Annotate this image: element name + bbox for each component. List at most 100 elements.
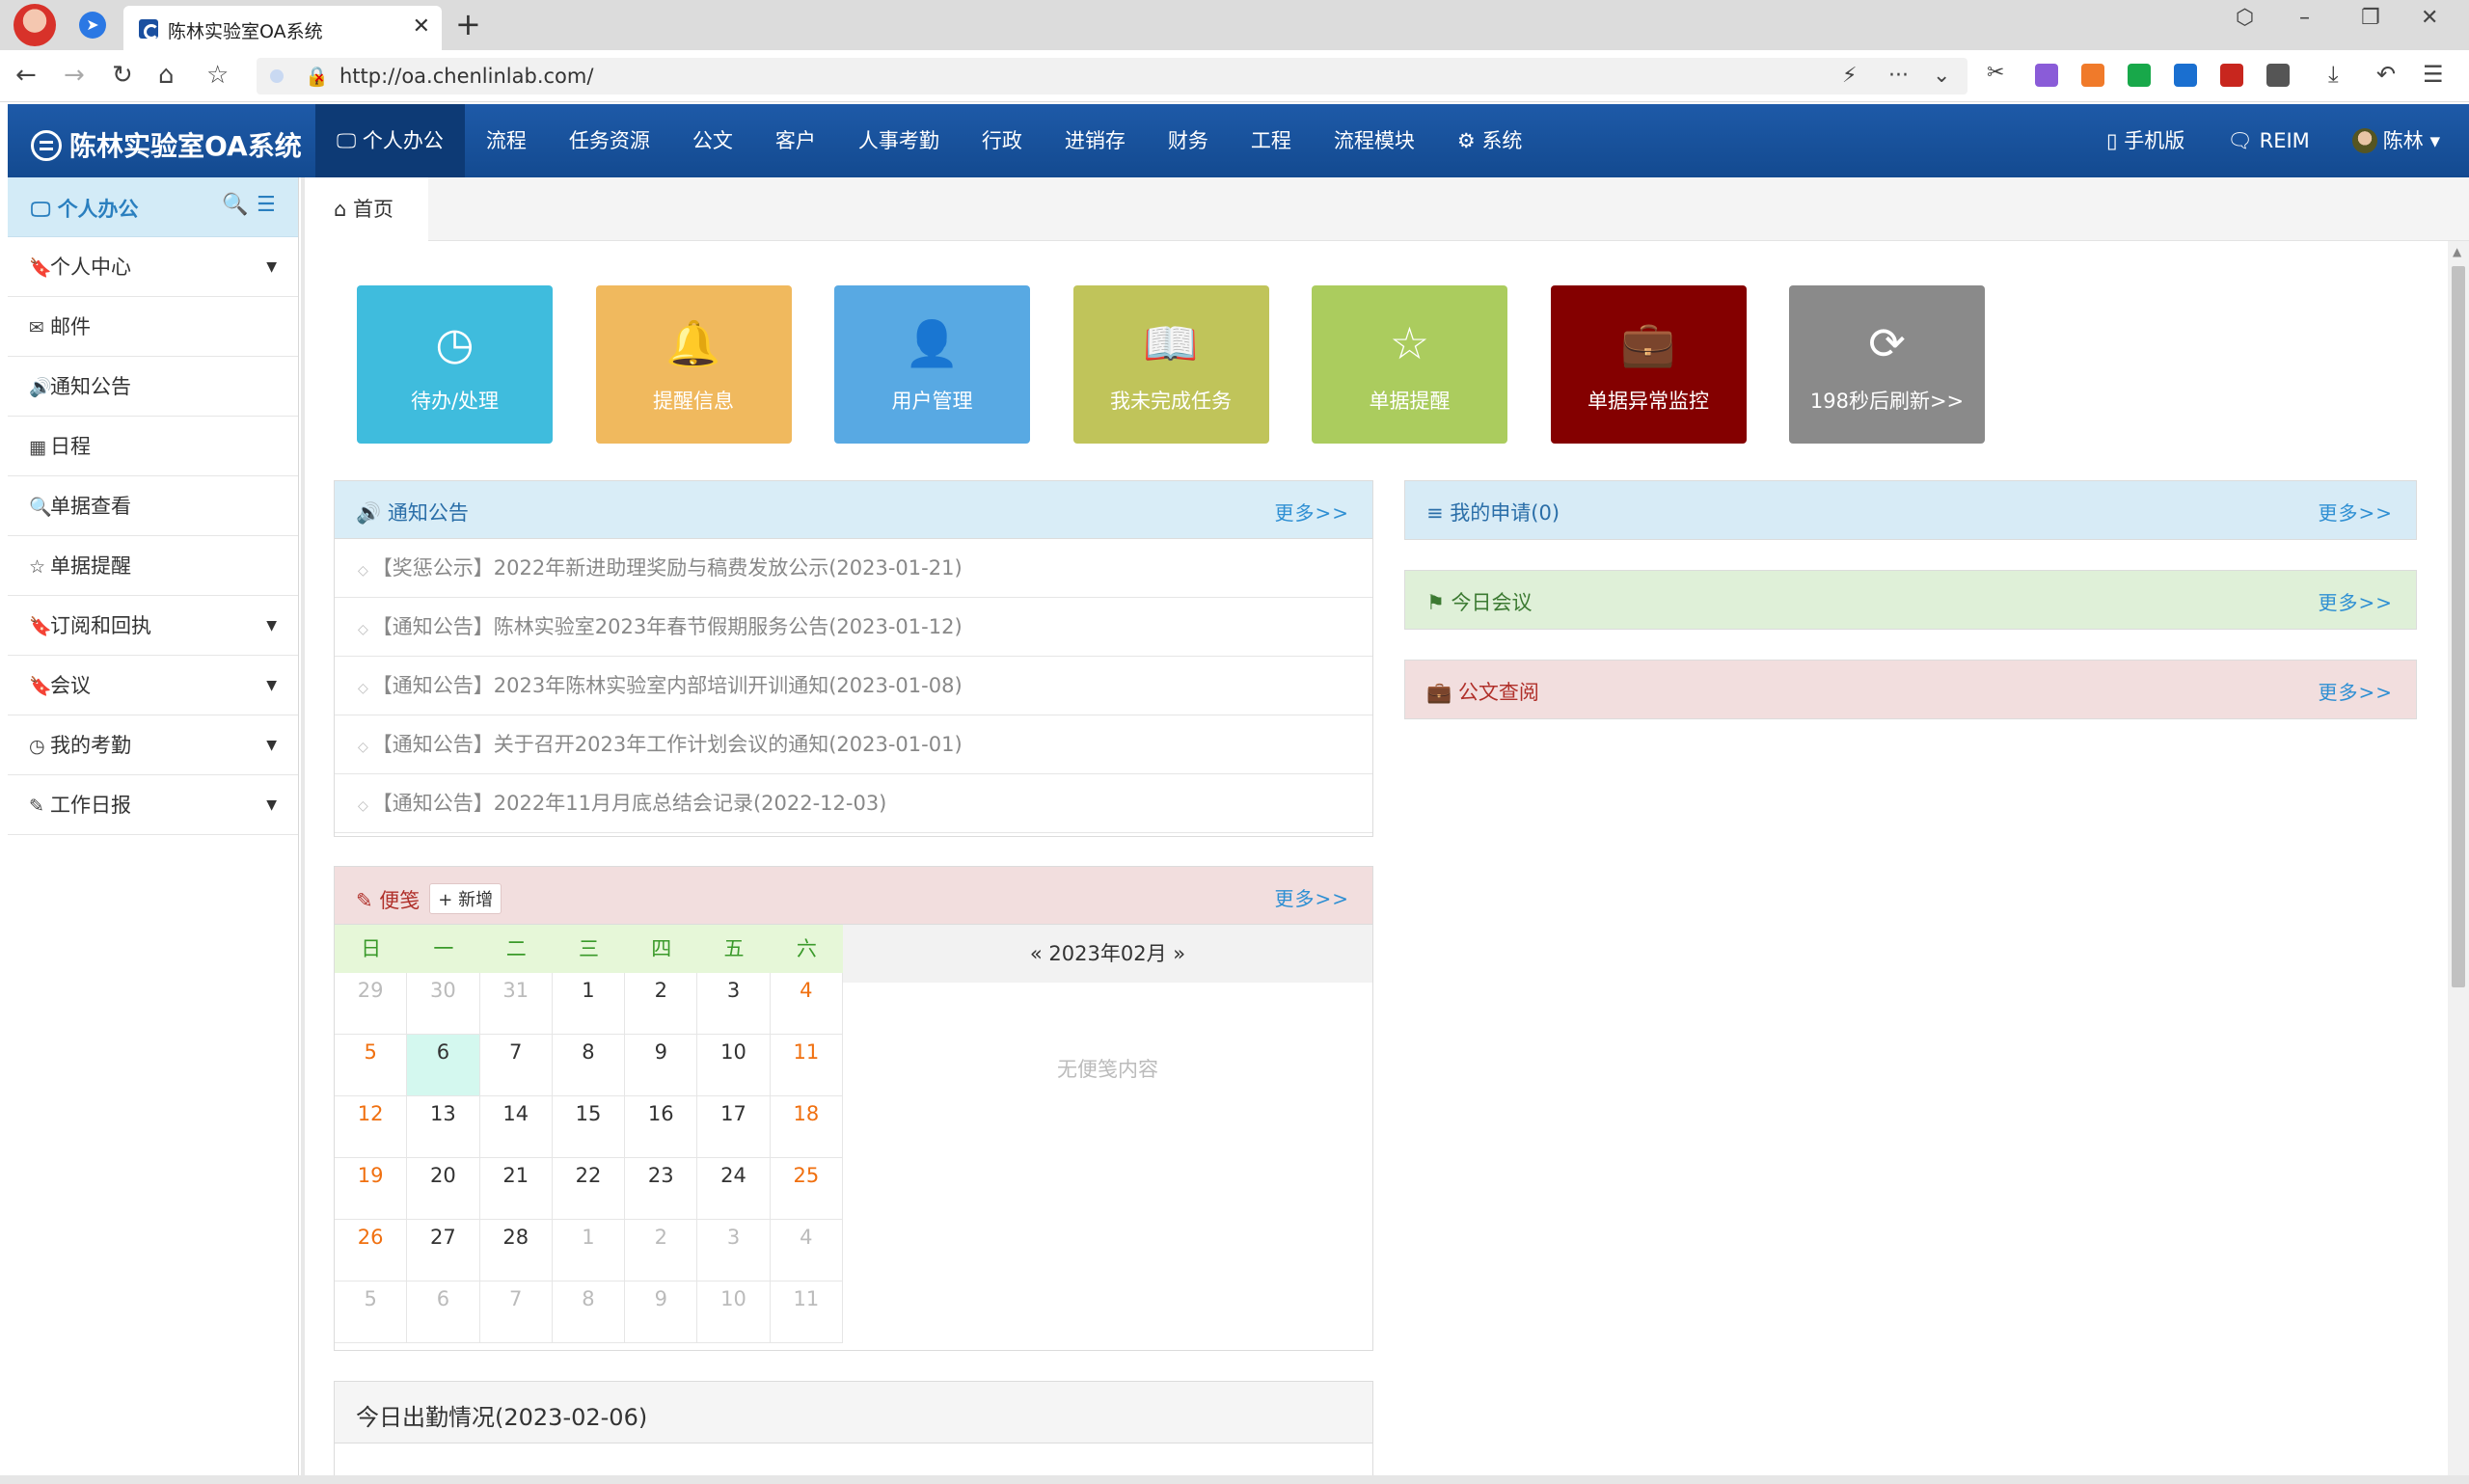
calendar-day[interactable]: 23 <box>625 1158 698 1220</box>
back-icon[interactable]: ← <box>15 61 37 90</box>
shirt-icon[interactable]: ⬡ <box>2236 6 2254 30</box>
calendar-day[interactable]: 25 <box>770 1158 843 1220</box>
quick-tile[interactable]: ⟳ 198秒后刷新>> <box>1789 285 1985 444</box>
tab-home[interactable]: ⌂ 首页 <box>305 177 428 241</box>
home-icon[interactable]: ⌂ <box>158 61 175 90</box>
calendar-day[interactable]: 1 <box>552 1220 626 1282</box>
sidebar-item[interactable]: 🔍单据查看 <box>8 476 298 536</box>
calendar-day[interactable]: 10 <box>697 1282 771 1343</box>
calendar-day[interactable]: 18 <box>770 1096 843 1158</box>
calendar-day[interactable]: 5 <box>335 1035 408 1096</box>
calendar-day[interactable]: 5 <box>335 1282 408 1343</box>
calendar-day[interactable]: 11 <box>770 1035 843 1096</box>
calendar-day[interactable]: 13 <box>407 1096 480 1158</box>
forward-icon[interactable]: → <box>64 61 85 90</box>
scroll-up-icon[interactable]: ▲ <box>2453 245 2461 258</box>
calendar-day[interactable]: 11 <box>770 1282 843 1343</box>
calendar-day[interactable]: 4 <box>770 1220 843 1282</box>
chevron-down-icon[interactable]: ⌄ <box>1933 64 1950 88</box>
calendar-day[interactable]: 17 <box>697 1096 771 1158</box>
sidebar-item[interactable]: 🔊通知公告 <box>8 357 298 417</box>
user-menu[interactable]: 陈林 ▾ <box>2331 104 2461 177</box>
calendar-day[interactable]: 8 <box>552 1035 626 1096</box>
notice-item[interactable]: ◇ 【通知公告】陈林实验室2023年春节假期服务公告(2023-01-12) <box>335 598 1372 657</box>
quick-tile[interactable]: ◷ 待办/处理 <box>357 285 553 444</box>
calendar-day[interactable]: 1 <box>552 973 626 1035</box>
site-info-icon[interactable] <box>270 69 284 83</box>
calendar-day[interactable]: 3 <box>697 1220 771 1282</box>
quick-tile[interactable]: 💼 单据异常监控 <box>1550 285 1747 444</box>
game-icon[interactable] <box>2081 64 2104 87</box>
notice-item[interactable]: ◇ 【通知公告】2022年11月月底总结会记录(2022-12-03) <box>335 774 1372 833</box>
calendar-day[interactable]: 31 <box>479 973 553 1035</box>
brand[interactable]: 陈林实验室OA系统 <box>31 125 302 164</box>
favorites-star-icon[interactable]: ☆ <box>206 61 229 90</box>
quick-tile[interactable]: 🔔 提醒信息 <box>595 285 792 444</box>
nav-item[interactable]: ⚙ 系统 <box>1436 104 1544 177</box>
close-window-icon[interactable]: ✕ <box>2421 6 2438 30</box>
nav-item[interactable]: 任务资源 <box>548 104 671 177</box>
calendar-day[interactable]: 29 <box>335 973 408 1035</box>
horizontal-scrollbar[interactable] <box>0 1475 2469 1484</box>
calendar-day[interactable]: 24 <box>697 1158 771 1220</box>
insecure-lock-icon[interactable]: 🔒 <box>305 65 329 88</box>
telegram-icon[interactable]: ➤ <box>79 12 106 39</box>
profile-avatar-icon[interactable] <box>14 4 56 46</box>
sidebar-item[interactable]: 🔖个人中心 ▼ <box>8 237 298 297</box>
right-panel-more-link[interactable]: 更多>> <box>2318 587 2393 615</box>
calendar-day[interactable]: 26 <box>335 1220 408 1282</box>
list-toggle-icon[interactable]: ☰ <box>257 193 276 217</box>
minimize-icon[interactable]: – <box>2299 6 2310 30</box>
calendar-day[interactable]: 27 <box>407 1220 480 1282</box>
calendar-day[interactable]: 7 <box>479 1282 553 1343</box>
quick-tile[interactable]: 👤 用户管理 <box>834 285 1030 444</box>
nav-item[interactable]: 工程 <box>1230 104 1313 177</box>
reload-icon[interactable]: ↻ <box>112 61 133 90</box>
reim-link[interactable]: 🗨 REIM <box>2206 104 2331 177</box>
apps-grid-icon[interactable] <box>2266 64 2290 87</box>
nav-item[interactable]: 行政 <box>961 104 1044 177</box>
undo-icon[interactable]: ↶ <box>2376 61 2396 88</box>
nav-item[interactable]: 流程 <box>465 104 548 177</box>
calendar-day[interactable]: 2 <box>625 973 698 1035</box>
calendar-day[interactable]: 7 <box>479 1035 553 1096</box>
calendar-day[interactable]: 22 <box>552 1158 626 1220</box>
calendar-day[interactable]: 15 <box>552 1096 626 1158</box>
scrollbar-thumb[interactable] <box>2452 266 2465 987</box>
search-icon[interactable]: 🔍 <box>222 193 248 217</box>
right-panel-more-link[interactable]: 更多>> <box>2318 498 2393 526</box>
download-icon[interactable]: ⤓ <box>2328 61 2339 88</box>
calendar-day[interactable]: 10 <box>697 1035 771 1096</box>
calendar-day[interactable]: 14 <box>479 1096 553 1158</box>
sidebar-item[interactable]: ◷ 我的考勤 ▼ <box>8 715 298 775</box>
browser-tab[interactable]: 陈林实验室OA系统 ✕ <box>123 6 442 50</box>
translate-icon[interactable] <box>2035 64 2058 87</box>
notice-item[interactable]: ◇ 【奖惩公示】2022年新进助理奖励与稿费发放公示(2023-01-21) <box>335 539 1372 598</box>
calendar-day[interactable]: 30 <box>407 973 480 1035</box>
calendar-day[interactable]: 9 <box>625 1282 698 1343</box>
nav-item[interactable]: 进销存 <box>1044 104 1147 177</box>
new-tab-icon[interactable]: + <box>455 6 481 42</box>
calendar-day[interactable]: 4 <box>770 973 843 1035</box>
calendar-day[interactable]: 20 <box>407 1158 480 1220</box>
wechat-icon[interactable] <box>2128 64 2151 87</box>
restore-icon[interactable]: ❐ <box>2361 6 2380 30</box>
lightning-icon[interactable]: ⚡ <box>1842 64 1857 88</box>
tab-close-icon[interactable]: ✕ <box>413 14 430 39</box>
nav-item[interactable]: 人事考勤 <box>837 104 961 177</box>
calendar-day[interactable]: 3 <box>697 973 771 1035</box>
sidebar-item[interactable]: ☆ 单据提醒 <box>8 536 298 596</box>
mobile-link[interactable]: ▯ 手机版 <box>2085 104 2206 177</box>
calendar-day[interactable]: 9 <box>625 1035 698 1096</box>
nav-item[interactable]: 财务 <box>1147 104 1230 177</box>
notice-item[interactable]: ◇ 【通知公告】关于召开2023年工作计划会议的通知(2023-01-01) <box>335 715 1372 774</box>
nav-item[interactable]: 公文 <box>671 104 754 177</box>
more-dots-icon[interactable]: ··· <box>1888 64 1909 88</box>
calendar-day[interactable]: 6 <box>407 1282 480 1343</box>
notice-more-link[interactable]: 更多>> <box>1274 498 1349 526</box>
calendar-day[interactable]: 19 <box>335 1158 408 1220</box>
sidebar-item[interactable]: 🔖会议 ▼ <box>8 656 298 715</box>
nav-item[interactable]: 流程模块 <box>1313 104 1436 177</box>
cloud-download-icon[interactable] <box>2174 64 2197 87</box>
scissors-icon[interactable]: ✂ <box>1987 61 2004 85</box>
